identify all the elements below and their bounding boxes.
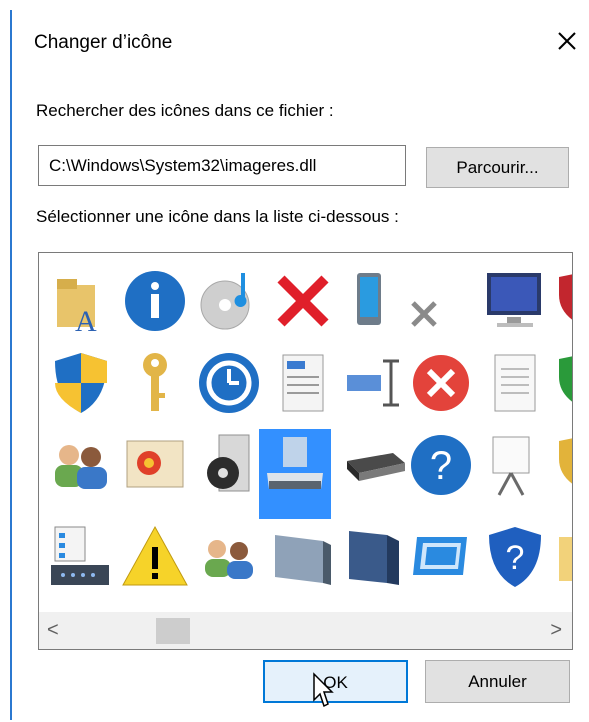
warning-icon[interactable]	[119, 521, 191, 593]
shield-green-icon[interactable]	[549, 347, 572, 419]
blue-screen-icon[interactable]	[405, 521, 477, 593]
drive-icon[interactable]	[259, 429, 331, 519]
shield-red-icon[interactable]	[549, 265, 572, 337]
svg-text:?: ?	[506, 539, 525, 577]
browse-button[interactable]: Parcourir...	[426, 147, 569, 188]
svg-text:A: A	[75, 305, 97, 337]
folder-font-icon[interactable]: A	[45, 265, 117, 337]
error-icon[interactable]	[405, 347, 477, 419]
icon-list[interactable]: A ? ? < >	[38, 252, 573, 650]
shield-help-icon[interactable]: ?	[479, 521, 551, 593]
media-icon[interactable]	[193, 429, 265, 501]
select-label: Sélectionner une icône dans la liste ci-…	[36, 207, 399, 226]
info-icon[interactable]	[119, 265, 191, 337]
dark-panel-icon[interactable]	[339, 521, 411, 593]
key-icon[interactable]	[119, 347, 191, 419]
uac-shield-icon[interactable]	[45, 347, 117, 419]
horizontal-scrollbar[interactable]: < >	[39, 612, 572, 649]
text-document-icon[interactable]	[267, 347, 339, 419]
background-strip	[0, 0, 589, 10]
photo-icon[interactable]	[119, 429, 191, 501]
scroll-thumb[interactable]	[156, 618, 190, 644]
clock-icon[interactable]	[193, 347, 265, 419]
scroll-right-icon[interactable]: >	[550, 619, 562, 642]
folder-icon[interactable]	[549, 521, 572, 593]
help-icon[interactable]: ?	[405, 429, 477, 501]
scroll-left-icon[interactable]: <	[47, 619, 59, 642]
blank-document-icon[interactable]	[479, 347, 551, 419]
monitor-icon[interactable]	[479, 265, 551, 337]
cancel-button[interactable]: Annuler	[425, 660, 570, 703]
people-icon[interactable]	[193, 521, 265, 593]
scanner-icon[interactable]	[339, 429, 411, 501]
checklist-icon[interactable]	[45, 521, 117, 593]
close-icon[interactable]	[552, 26, 582, 56]
search-label: Rechercher des icônes dans ce fichier :	[36, 101, 334, 120]
panel-icon[interactable]	[267, 521, 339, 593]
ok-button[interactable]: OK	[263, 660, 408, 703]
mouse-cursor-icon	[312, 672, 334, 710]
projector-icon[interactable]	[479, 429, 551, 501]
users-icon[interactable]	[45, 429, 117, 501]
dialog-title: Changer d’icône	[34, 32, 173, 53]
rename-icon[interactable]	[339, 347, 411, 419]
red-x-icon[interactable]	[267, 265, 339, 337]
cd-music-icon[interactable]	[193, 265, 265, 337]
svg-text:?: ?	[430, 444, 452, 488]
file-path-input[interactable]: C:\Windows\System32\imageres.dll	[38, 145, 406, 186]
shield-yellow-icon[interactable]	[549, 429, 572, 501]
